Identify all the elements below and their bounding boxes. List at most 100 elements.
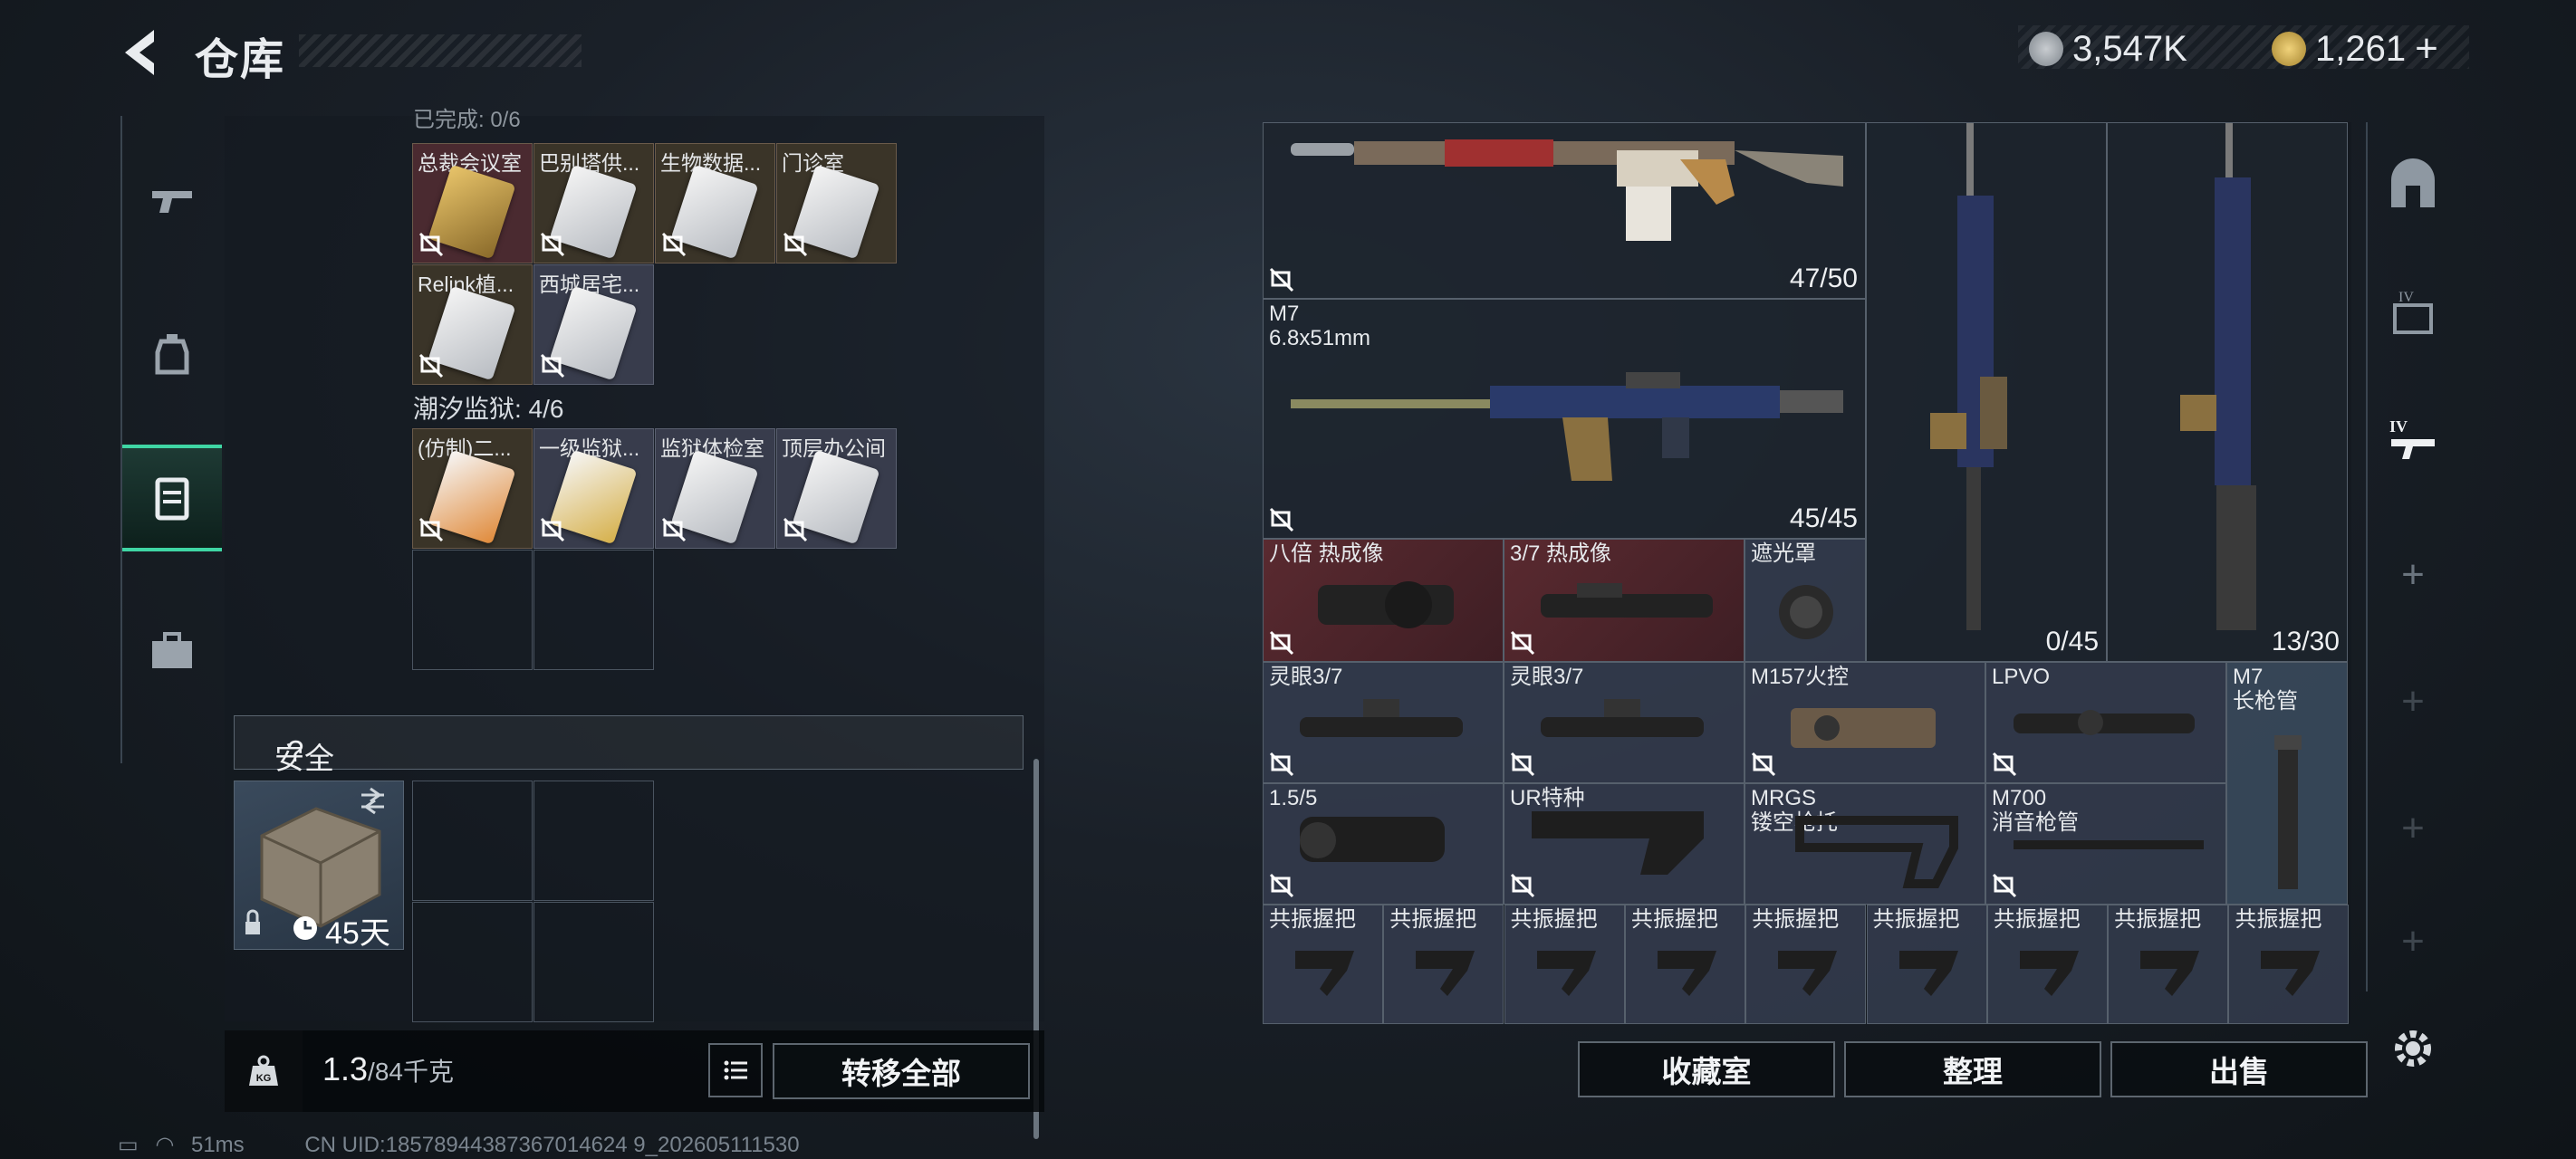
stock-image <box>1795 816 1958 888</box>
ammo-count: 47/50 <box>1789 263 1858 293</box>
sort-button[interactable]: 整理 <box>1844 1041 2101 1097</box>
scope-image <box>1300 699 1463 737</box>
empty-slot[interactable] <box>412 550 533 670</box>
add-gold-button[interactable]: + <box>2415 26 2438 72</box>
add-container-button[interactable]: + <box>2368 512 2458 638</box>
keycard-item[interactable]: Relink植... <box>412 264 533 385</box>
safe-box-item[interactable]: 45天 <box>234 781 404 951</box>
grip-item[interactable]: 共振握把 <box>1504 905 1625 1024</box>
nav-warehouse-home[interactable] <box>2368 122 2458 249</box>
grip-image <box>1295 951 1354 996</box>
grip-item[interactable]: 共振握把 <box>1745 905 1867 1024</box>
attachment-item[interactable]: 灵眼3/7 <box>1504 662 1745 783</box>
settings-button[interactable] <box>2388 1023 2438 1074</box>
weapon-item[interactable]: 47/50 <box>1263 122 1866 299</box>
keycard-item[interactable]: 监狱体检室 <box>655 428 775 549</box>
right-container-nav: IV IV + + + + <box>2366 122 2458 991</box>
ammo-count: 13/30 <box>2271 627 2340 656</box>
gear-icon <box>2395 1030 2431 1067</box>
no-drop-icon <box>540 232 565 257</box>
weapon-item[interactable]: M7 6.8x51mm 45/45 <box>1263 299 1866 539</box>
empty-slot[interactable] <box>533 550 654 670</box>
grip-item[interactable]: 共振握把 <box>1263 905 1383 1024</box>
grip-item[interactable]: 共振握把 <box>2228 905 2350 1024</box>
no-drop-icon <box>1269 630 1294 656</box>
keycard-item[interactable]: 门诊室 <box>776 143 897 263</box>
grip-image <box>1778 951 1838 996</box>
keycard-item[interactable]: (仿制)二... <box>412 428 533 549</box>
help-button[interactable]: ? <box>287 734 303 769</box>
back-button[interactable] <box>118 25 163 80</box>
grip-image <box>1536 951 1596 996</box>
keycard-item[interactable]: 顶层办公间 <box>776 428 897 549</box>
rifle-image <box>1291 372 1843 481</box>
weapon-item[interactable]: 0/45 <box>1866 122 2107 662</box>
attachment-item[interactable]: 1.5/5 <box>1263 783 1504 905</box>
scope-item[interactable]: 遮光罩 <box>1745 539 1866 662</box>
keycard-item[interactable]: 巴别塔供... <box>533 143 654 263</box>
weapon-item[interactable]: 13/30 <box>2107 122 2348 662</box>
add-container-button[interactable]: + <box>2368 892 2458 991</box>
title-decoration <box>299 34 582 67</box>
attachment-item[interactable]: UR特种 <box>1504 783 1745 905</box>
attachment-item[interactable]: M700 消音枪管 <box>1985 783 2226 905</box>
thermal-scope-image <box>1541 583 1713 618</box>
nav-toolbox[interactable] <box>122 600 222 700</box>
grip-image <box>1657 951 1716 996</box>
keycard-item[interactable]: 西城居宅... <box>533 264 654 385</box>
scope-item[interactable]: 3/7 热成像 <box>1504 539 1745 662</box>
attachment-item[interactable]: LPVO <box>1985 662 2226 783</box>
stock-image <box>1532 811 1704 875</box>
add-container-button[interactable]: + <box>2368 638 2458 765</box>
scope-image <box>1541 699 1704 737</box>
grip-item[interactable]: 共振握把 <box>1866 905 1987 1024</box>
empty-slot[interactable] <box>533 902 654 1022</box>
nav-weapons[interactable] <box>122 150 222 250</box>
grip-item[interactable]: 共振握把 <box>2108 905 2229 1024</box>
grip-item[interactable]: 共振握把 <box>1624 905 1745 1024</box>
barrel-item[interactable]: M7 长枪管 <box>2226 662 2348 905</box>
ping-readout: 51ms <box>190 1133 245 1157</box>
rifle-vertical-image <box>1930 123 2007 630</box>
empty-slot[interactable] <box>533 781 654 901</box>
ammo-count: 0/45 <box>2045 627 2099 656</box>
empty-slot[interactable] <box>412 781 533 901</box>
nav-tier4-box[interactable]: IV <box>2368 249 2458 376</box>
currency-gold[interactable]: 1,261 + <box>2272 26 2438 72</box>
list-view-button[interactable] <box>708 1043 763 1097</box>
weight-icon: KG <box>225 1030 303 1112</box>
no-drop-icon <box>783 517 808 542</box>
silver-amount: 3,547K <box>2072 28 2187 69</box>
currency-silver[interactable]: 3,547K <box>2029 27 2187 71</box>
battery-icon: ▭ <box>118 1133 139 1157</box>
lpvo-scope-image <box>2014 710 2195 735</box>
attachment-item[interactable]: M157火控 <box>1745 662 1985 783</box>
no-drop-icon <box>1510 752 1535 777</box>
empty-slot[interactable] <box>412 902 533 1022</box>
nav-tier4-weapons[interactable]: IV <box>2368 376 2458 503</box>
keycard-item[interactable]: 一级监狱... <box>533 428 654 549</box>
sell-button[interactable]: 出售 <box>2110 1041 2368 1097</box>
grip-item[interactable]: 共振握把 <box>1986 905 2108 1024</box>
add-container-button[interactable]: + <box>2368 765 2458 892</box>
attachment-item[interactable]: MRGS 镂空枪托 <box>1745 783 1985 905</box>
safe-box-header: 安全箱：0/4 ? <box>234 715 1024 855</box>
weight-readout: 1.3/84千克 <box>322 1050 454 1088</box>
nav-backpack[interactable] <box>122 304 222 404</box>
collection-room-button[interactable]: 收藏室 <box>1578 1041 1835 1097</box>
transfer-all-button[interactable]: 转移全部 <box>773 1043 1030 1099</box>
scope-item[interactable]: 八倍 热成像 <box>1263 539 1504 662</box>
no-drop-icon <box>1269 752 1294 777</box>
attachment-item[interactable]: 灵眼3/7 <box>1263 662 1504 783</box>
keycard-item[interactable]: 总裁会议室 <box>412 143 533 263</box>
gold-coin-icon <box>2272 32 2306 66</box>
fire-control-image <box>1791 708 1936 748</box>
crate-icon: IV <box>2393 290 2433 334</box>
grip-item[interactable]: 共振握把 <box>1383 905 1504 1024</box>
no-drop-icon <box>540 517 565 542</box>
nav-keycards[interactable] <box>122 445 222 551</box>
backpack-icon <box>155 334 189 375</box>
keycard-item[interactable]: 生物数据... <box>655 143 775 263</box>
grip-image <box>2140 951 2200 996</box>
warehouse-grid: 47/50 M7 6.8x51mm 45/45 0/45 13/30 八倍 热成… <box>1263 122 2351 1024</box>
